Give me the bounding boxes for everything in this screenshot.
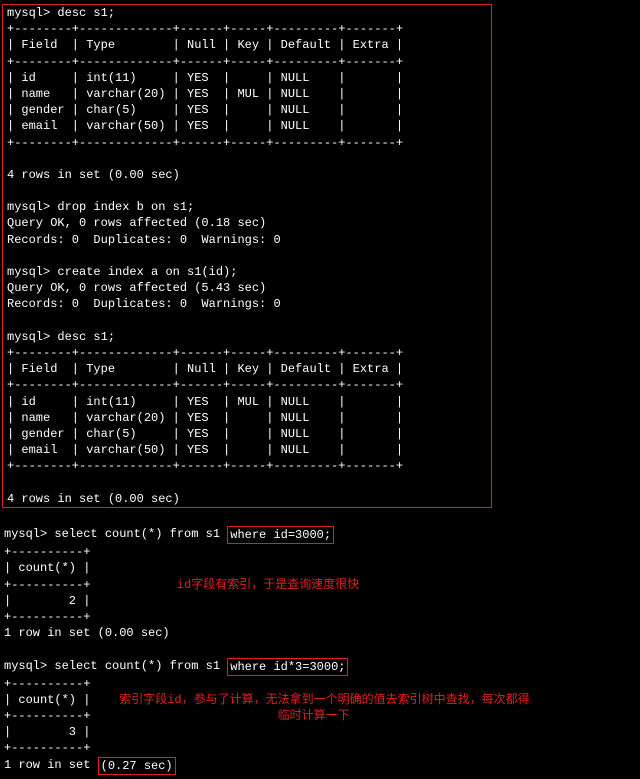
rows-in-set: 4 rows in set (0.00 sec) <box>3 491 491 507</box>
cmd-text: desc s1; <box>57 6 115 20</box>
sep: +--------+-------------+------+-----+---… <box>3 458 491 474</box>
blank <box>3 183 491 199</box>
blank <box>3 474 491 490</box>
prompt: mysql> <box>7 200 50 214</box>
cmd-text: drop index b on s1; <box>57 200 194 214</box>
hdr: | Field | Type | Null | Key | Default | … <box>3 37 491 53</box>
anno-1 <box>90 578 176 592</box>
sep: +--------+-------------+------+-----+---… <box>3 377 491 393</box>
blank <box>3 151 491 167</box>
sep: +----------+ <box>0 609 640 625</box>
sep: +----------+ id字段有索引，于是查询速度很快 <box>0 577 640 593</box>
cmd-text: create index a on s1(id); <box>57 265 237 279</box>
cmd-drop-index: mysql> drop index b on s1; <box>3 199 491 215</box>
cmd-create-index: mysql> create index a on s1(id); <box>3 264 491 280</box>
one-row: 1 row in set (0.00 sec) <box>0 625 640 641</box>
anno-2b: 临时计算一下 <box>278 709 350 723</box>
one-row-pre: 1 row in set <box>4 758 98 772</box>
rows-in-set: 4 rows in set (0.00 sec) <box>3 167 491 183</box>
row: | id | int(11) | YES | MUL | NULL | | <box>3 394 491 410</box>
row: | email | varchar(50) | YES | | NULL | | <box>3 118 491 134</box>
cmd-pre: select count(*) from s1 <box>54 659 227 673</box>
blank <box>0 510 640 526</box>
cmd-select-1: mysql> select count(*) from s1 where id=… <box>0 526 640 544</box>
prompt: mysql> <box>7 6 50 20</box>
sep: +----------+ <box>0 676 640 692</box>
cmd-desc-1: mysql> desc s1; <box>3 5 491 21</box>
sep: +----------+ 临时计算一下 <box>0 708 640 724</box>
row: | email | varchar(50) | YES | | NULL | | <box>3 442 491 458</box>
prompt: mysql> <box>4 659 47 673</box>
cmd-text: desc s1; <box>57 330 115 344</box>
cmd-pre: select count(*) from s1 <box>54 527 227 541</box>
sep: +----------+ <box>0 544 640 560</box>
row: | gender | char(5) | YES | | NULL | | <box>3 102 491 118</box>
row: | name | varchar(20) | YES | | NULL | | <box>3 410 491 426</box>
prompt: mysql> <box>7 330 50 344</box>
val: | 2 | <box>0 593 640 609</box>
prompt: mysql> <box>7 265 50 279</box>
sep: +--------+-------------+------+-----+---… <box>3 135 491 151</box>
sep: +--------+-------------+------+-----+---… <box>3 345 491 361</box>
prompt: mysql> <box>4 527 47 541</box>
cmd-select-2: mysql> select count(*) from s1 where id*… <box>0 658 640 676</box>
blank <box>3 248 491 264</box>
terminal-root: mysql> desc s1; +--------+-------------+… <box>0 0 640 779</box>
anno-2a-pad <box>90 693 119 707</box>
one-row-slow: 1 row in set (0.27 sec) <box>0 757 640 775</box>
box-time: (0.27 sec) <box>98 757 176 775</box>
hdr: | count(*) | <box>0 560 640 576</box>
sep: +--------+-------------+------+-----+---… <box>3 21 491 37</box>
blank <box>0 641 640 657</box>
hdr-text: | count(*) | <box>4 693 90 707</box>
box-where-2: where id*3=3000; <box>227 658 348 676</box>
hdr: | Field | Type | Null | Key | Default | … <box>3 361 491 377</box>
anno-1-text: id字段有索引，于是查询速度很快 <box>177 578 359 592</box>
val: | 3 | <box>0 724 640 740</box>
anno-2a: 索引字段id，参与了计算，无法拿到一个明确的值去索引树中查找，每次都得 <box>119 693 529 707</box>
box-desc-drop-create-desc: mysql> desc s1; +--------+-------------+… <box>2 4 492 508</box>
row: | name | varchar(20) | YES | MUL | NULL … <box>3 86 491 102</box>
sep-text: +----------+ <box>4 578 90 592</box>
query-ok: Query OK, 0 rows affected (0.18 sec) <box>3 215 491 231</box>
sep: +--------+-------------+------+-----+---… <box>3 54 491 70</box>
query-ok: Query OK, 0 rows affected (5.43 sec) <box>3 280 491 296</box>
anno-2b-pad <box>90 709 277 723</box>
hdr: | count(*) | 索引字段id，参与了计算，无法拿到一个明确的值去索引树… <box>0 692 640 708</box>
records: Records: 0 Duplicates: 0 Warnings: 0 <box>3 296 491 312</box>
sep-text: +----------+ <box>4 709 90 723</box>
sep: +----------+ <box>0 740 640 756</box>
box-where-1: where id=3000; <box>227 526 334 544</box>
blank <box>3 313 491 329</box>
records: Records: 0 Duplicates: 0 Warnings: 0 <box>3 232 491 248</box>
row: | gender | char(5) | YES | | NULL | | <box>3 426 491 442</box>
row: | id | int(11) | YES | | NULL | | <box>3 70 491 86</box>
cmd-desc-2: mysql> desc s1; <box>3 329 491 345</box>
